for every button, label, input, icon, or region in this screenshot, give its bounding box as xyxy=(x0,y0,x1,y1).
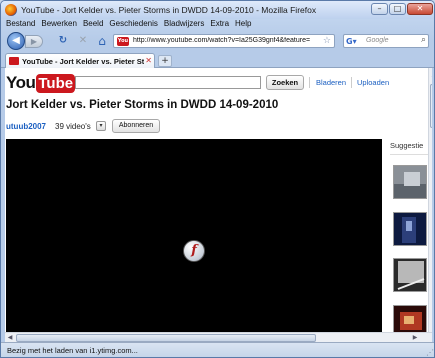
google-icon[interactable]: G▾ xyxy=(346,37,360,46)
url-bar[interactable]: You http://www.youtube.com/watch?v=Ia25G… xyxy=(113,34,335,48)
suggestions-label: Suggestie xyxy=(390,141,424,150)
menu-help[interactable]: Help xyxy=(235,19,251,31)
thumbnail-image xyxy=(394,213,426,245)
reload-button[interactable]: ↻ xyxy=(57,35,69,47)
tab-youtube[interactable]: YouTube - Jort Kelder vs. Pieter Stor...… xyxy=(5,53,155,68)
menu-bewerken[interactable]: Bewerken xyxy=(41,19,77,31)
divider xyxy=(309,77,310,88)
forward-button[interactable]: ▶ xyxy=(25,35,43,48)
browse-link[interactable]: Bladeren xyxy=(316,78,346,87)
subscribe-button[interactable]: Abonneren xyxy=(112,119,160,133)
logo-tube: Tube xyxy=(36,73,76,93)
home-button[interactable]: ⌂ xyxy=(96,35,108,47)
youtube-logo[interactable]: You Tube xyxy=(6,72,76,94)
logo-you: You xyxy=(6,73,36,92)
menu-extra[interactable]: Extra xyxy=(210,19,229,31)
search-input[interactable]: Google xyxy=(366,37,389,44)
scrollbar-thumb[interactable] xyxy=(430,84,432,128)
window-controls: – □ ✕ xyxy=(371,3,433,15)
stop-button[interactable]: ✕ xyxy=(77,35,89,47)
menu-beeld[interactable]: Beeld xyxy=(83,19,103,31)
home-icon: ⌂ xyxy=(98,34,106,48)
suggested-video-thumbnail[interactable] xyxy=(393,165,427,199)
chevron-down-icon[interactable]: ▾ xyxy=(96,121,106,131)
thumbnail-image xyxy=(394,166,426,198)
menu-bladwijzers[interactable]: Bladwijzers xyxy=(164,19,204,31)
new-tab-button[interactable]: + xyxy=(158,55,172,67)
tab-label: YouTube - Jort Kelder vs. Pieter Stor... xyxy=(22,57,144,66)
firefox-window: YouTube - Jort Kelder vs. Pieter Storms … xyxy=(0,0,435,358)
channel-link[interactable]: utuub2007 xyxy=(6,122,46,131)
vertical-scrollbar[interactable]: ▲ ▼ xyxy=(428,68,432,342)
search-icon[interactable]: ⌕ xyxy=(421,35,426,45)
scroll-up-icon[interactable]: ▲ xyxy=(429,70,433,80)
close-button[interactable]: ✕ xyxy=(407,3,433,15)
upload-link[interactable]: Uploaden xyxy=(357,78,389,87)
tab-bar: YouTube - Jort Kelder vs. Pieter Stor...… xyxy=(1,52,434,68)
firefox-icon xyxy=(5,4,17,16)
window-title: YouTube - Jort Kelder vs. Pieter Storms … xyxy=(21,5,317,15)
url-input[interactable]: http://www.youtube.com/watch?v=Ia25G39gn… xyxy=(133,37,313,44)
tab-close-icon[interactable]: ✕ xyxy=(145,56,152,65)
status-text: Bezig met het laden van i1.ytimg.com... xyxy=(7,346,138,355)
suggested-video-thumbnail[interactable] xyxy=(393,212,427,246)
youtube-search-input[interactable] xyxy=(75,76,261,89)
page-content: You Tube Zoeken Bladeren Uploaden Jort K… xyxy=(5,68,432,342)
suggested-video-thumbnail[interactable] xyxy=(393,258,427,292)
site-favicon: You xyxy=(117,37,129,46)
forward-icon: ▶ xyxy=(30,37,38,46)
menu-geschiedenis[interactable]: Geschiedenis xyxy=(109,19,157,31)
star-icon[interactable]: ☆ xyxy=(323,36,331,46)
title-bar: YouTube - Jort Kelder vs. Pieter Storms … xyxy=(1,1,434,19)
video-player[interactable]: f xyxy=(6,139,382,342)
stop-icon: ✕ xyxy=(78,35,88,46)
minimize-button[interactable]: – xyxy=(371,3,388,15)
video-count: 39 video's xyxy=(55,122,91,131)
divider xyxy=(351,77,352,88)
back-icon: ◀ xyxy=(12,35,20,46)
reload-icon: ↻ xyxy=(58,35,68,46)
scrollbar-thumb[interactable] xyxy=(16,334,316,342)
video-title: Jort Kelder vs. Pieter Storms in DWDD 14… xyxy=(6,99,279,111)
flash-icon: f xyxy=(183,240,205,262)
youtube-favicon xyxy=(9,57,19,65)
navigation-toolbar: ◀ ▶ ↻ ✕ ⌂ You http://www.youtube.com/wat… xyxy=(1,31,434,51)
search-bar[interactable]: G▾ Google ⌕ xyxy=(343,34,429,48)
status-bar: Bezig met het laden van i1.ytimg.com... … xyxy=(1,342,434,357)
resize-grip-icon[interactable]: ⋰ xyxy=(426,348,434,357)
divider xyxy=(390,154,430,155)
search-button[interactable]: Zoeken xyxy=(266,75,304,90)
menu-bestand[interactable]: Bestand xyxy=(6,19,35,31)
back-button[interactable]: ◀ xyxy=(7,32,25,50)
menu-bar: Bestand Bewerken Beeld Geschiedenis Blad… xyxy=(1,19,434,31)
thumbnail-image xyxy=(394,259,426,291)
horizontal-scrollbar[interactable]: ◀ ▶ xyxy=(5,332,432,342)
maximize-button[interactable]: □ xyxy=(389,3,406,15)
